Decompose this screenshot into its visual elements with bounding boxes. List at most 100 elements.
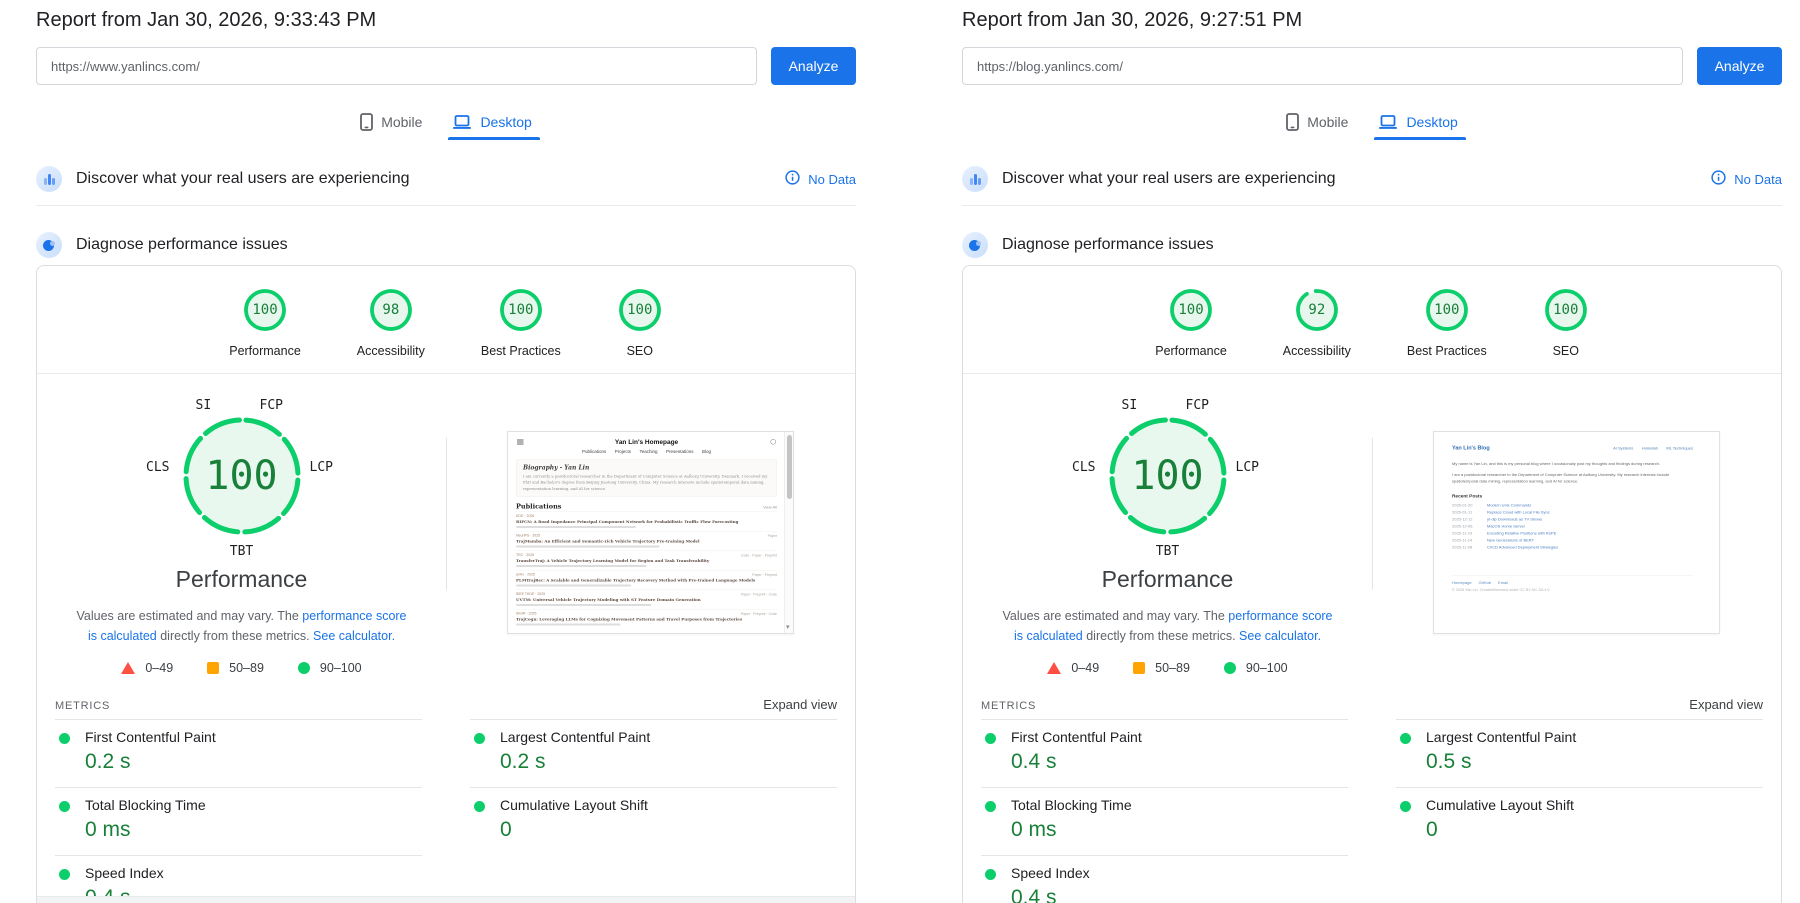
mini-bio-text: I am currently a postdoctoral researcher… xyxy=(523,474,770,493)
desktop-laptop-icon xyxy=(1378,115,1398,130)
score-label: Performance xyxy=(1155,344,1227,358)
mini-intro-2: I am a postdoctoral researcher in the De… xyxy=(1452,472,1679,485)
mini-copyright: © 2026 Yan Lin. Created/licensed under C… xyxy=(1452,588,1693,593)
fail-triangle-icon xyxy=(1047,662,1061,674)
mini-post-item: 2025-12-12 yt-dlp Downloads as TV Shows xyxy=(1452,517,1693,522)
mini-post-title: MacOS Home Server xyxy=(1487,524,1525,529)
metric-name: Largest Contentful Paint xyxy=(500,729,837,745)
gauge-marker-si: SI xyxy=(1122,398,1138,413)
lab-data-section-header: Diagnose performance issues xyxy=(36,232,856,258)
category-score[interactable]: 92 Accessibility xyxy=(1283,287,1351,358)
mini-post-list: 2026-01-20 Modern Unix Commands 2026-01-… xyxy=(1452,503,1693,550)
report-card: 100 Performance 98 Accessibility xyxy=(36,265,856,903)
category-score[interactable]: 100 Best Practices xyxy=(481,287,561,358)
category-score[interactable]: 100 Best Practices xyxy=(1407,287,1487,358)
gauge-marker-lcp: LCP xyxy=(1236,460,1259,475)
mini-pub-tags: Code · Paper · Preprint xyxy=(741,554,777,558)
device-tabs: Mobile Desktop xyxy=(962,113,1782,140)
expand-view-link[interactable]: Expand view xyxy=(1689,697,1763,712)
mini-pub-title: TrajCogn: Leveraging LLMs for Cognizing … xyxy=(516,617,777,622)
metric-row: Cumulative Layout Shift 0 xyxy=(1396,787,1763,855)
calc-link-2[interactable]: See calculator. xyxy=(313,629,395,643)
metrics-label: METRICS xyxy=(55,700,110,712)
metrics-grid: First Contentful Paint 0.2 s Total Block… xyxy=(37,712,855,903)
mini-pub-venue: IEEE TKDE · 2025 xyxy=(516,593,777,597)
analyze-button[interactable]: Analyze xyxy=(771,47,856,85)
url-row: Analyze xyxy=(36,47,856,85)
tab-mobile-label: Mobile xyxy=(381,114,422,130)
scrollbar-down-arrow[interactable]: ▾ xyxy=(786,623,790,631)
mini-post-date: 2025-11-19 xyxy=(1452,531,1480,536)
category-score[interactable]: 98 Accessibility xyxy=(357,287,425,358)
info-icon xyxy=(1711,170,1726,188)
no-data-link[interactable]: No Data xyxy=(1711,170,1782,188)
pass-dot-icon xyxy=(59,733,70,744)
tab-desktop[interactable]: Desktop xyxy=(1378,113,1457,140)
expand-view-link[interactable]: Expand view xyxy=(763,697,837,712)
score-value: 100 xyxy=(1424,287,1470,333)
metric-row: First Contentful Paint 0.4 s xyxy=(981,719,1348,787)
report-card: 100 Performance 92 Accessibility xyxy=(962,265,1782,903)
thumbnail-scrollbar[interactable]: ▾ xyxy=(784,432,793,633)
mini-footer: HomepageGitHubEmail © 2026 Yan Lin. Crea… xyxy=(1452,576,1693,593)
mini-pub-venue: NeurIPS · 2025 xyxy=(516,534,777,538)
gauge-marker-si: SI xyxy=(196,398,212,413)
mini-pub-title: TransferTraj: A Vehicle Trajectory Learn… xyxy=(516,558,777,563)
url-input[interactable] xyxy=(36,47,757,85)
metric-value: 0.5 s xyxy=(1426,750,1763,774)
tab-mobile[interactable]: Mobile xyxy=(1286,113,1348,140)
no-data-label: No Data xyxy=(808,172,856,187)
section-divider xyxy=(36,205,856,206)
score-legend: 0–49 50–89 90–100 xyxy=(1047,661,1287,675)
performance-overview: SI FCP LCP CLS TBT 100 Performance Value xyxy=(963,374,1781,689)
lighthouse-icon xyxy=(36,232,62,258)
category-score[interactable]: 100 SEO xyxy=(617,287,663,358)
mini-nav-item: Homelab xyxy=(1642,446,1658,451)
analyze-button[interactable]: Analyze xyxy=(1697,47,1782,85)
no-data-link[interactable]: No Data xyxy=(785,170,856,188)
score-value: 100 xyxy=(617,287,663,333)
score-ring: 100 xyxy=(1168,287,1214,333)
category-score[interactable]: 100 Performance xyxy=(1155,287,1227,358)
scrollbar-thumb[interactable] xyxy=(787,435,792,499)
gauge-marker-lcp: LCP xyxy=(310,460,333,475)
category-score[interactable]: 100 Performance xyxy=(229,287,301,358)
field-data-section-header: Discover what your real users are experi… xyxy=(36,166,856,192)
gauge-marker-fcp: FCP xyxy=(1186,398,1209,413)
lighthouse-icon xyxy=(962,232,988,258)
mini-publication-item: IEEE TKDE · 2025 Paper · Preprint · Code… xyxy=(516,590,777,610)
category-score[interactable]: 100 SEO xyxy=(1543,287,1589,358)
mini-publication-item: SIGIR · 2025 Paper · Preprint · Code Tra… xyxy=(516,609,777,627)
legend-average: 50–89 xyxy=(207,661,264,675)
metrics-label: METRICS xyxy=(981,700,1036,712)
url-input[interactable] xyxy=(962,47,1683,85)
tab-desktop-label: Desktop xyxy=(480,114,531,130)
page-screenshot-thumbnail[interactable]: Yan Lin's Homepage PublicationsProjectsT… xyxy=(507,431,794,634)
page-screenshot-thumbnail[interactable]: Yan Lin's Blog AI SystemsHomelabML Techn… xyxy=(1433,431,1720,634)
mini-pub-tags: Paper · Preprint · Code xyxy=(741,593,777,597)
mini-nav-item: Teaching xyxy=(639,449,657,454)
metric-name: Cumulative Layout Shift xyxy=(1426,797,1763,813)
score-value: 98 xyxy=(368,287,414,333)
mini-bio-card: Biography - Yan Lin I am currently a pos… xyxy=(516,459,777,497)
score-ring: 100 xyxy=(1543,287,1589,333)
mini-pub-authors xyxy=(516,604,652,606)
tab-mobile[interactable]: Mobile xyxy=(360,113,422,140)
mini-pub-venue: TRC · 2025 xyxy=(516,554,777,558)
mini-pub-tags: Paper xyxy=(768,535,777,539)
mini-bio-heading: Biography - Yan Lin xyxy=(523,464,770,471)
score-ring: 100 xyxy=(242,287,288,333)
mini-footer-link: Email xyxy=(1498,581,1508,586)
score-ring: 100 xyxy=(1424,287,1470,333)
no-data-label: No Data xyxy=(1734,172,1782,187)
metrics-header-row: METRICS Expand view xyxy=(963,695,1781,712)
metric-name: Speed Index xyxy=(85,865,422,881)
mini-post-item: 2025-11-19 Encoding Relative Positions w… xyxy=(1452,531,1693,536)
category-scores-row: 100 Performance 98 Accessibility xyxy=(37,266,855,374)
pass-dot-icon xyxy=(985,869,996,880)
tab-desktop[interactable]: Desktop xyxy=(452,113,531,140)
legend-fail: 0–49 xyxy=(121,661,173,675)
calc-link-2[interactable]: See calculator. xyxy=(1239,629,1321,643)
disclaimer-text: directly from these metrics. xyxy=(157,629,313,643)
score-label: SEO xyxy=(1553,344,1579,358)
